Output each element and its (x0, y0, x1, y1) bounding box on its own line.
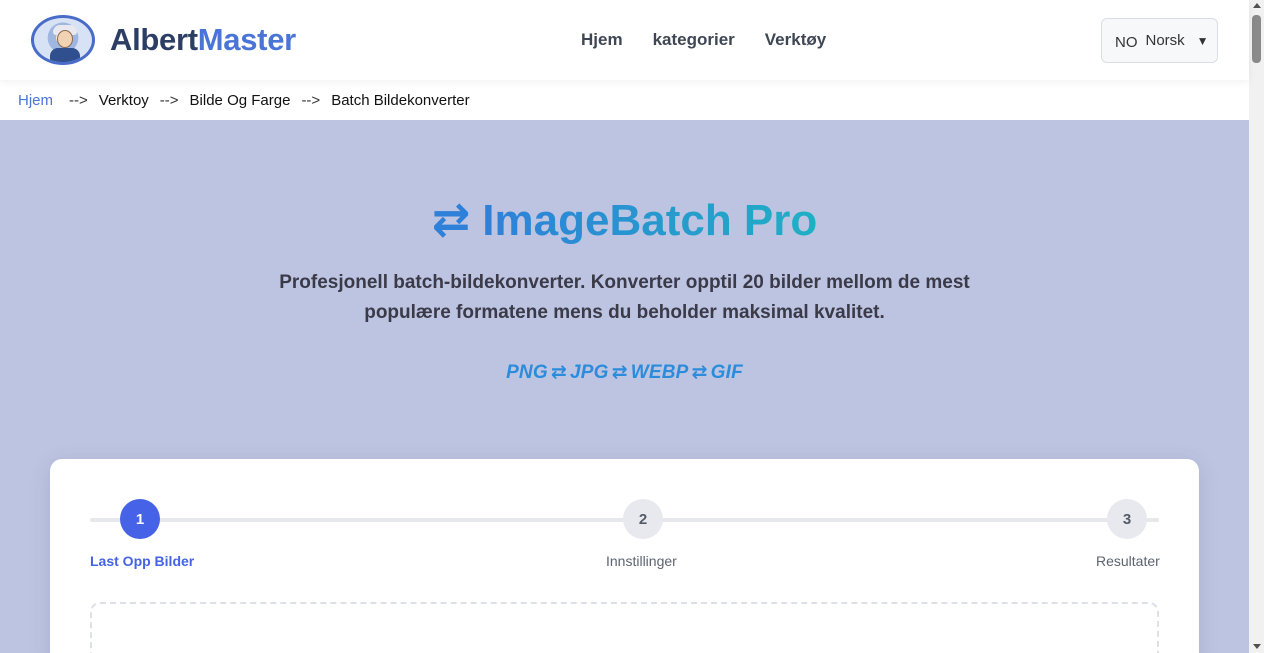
breadcrumb-home[interactable]: Hjem (18, 92, 53, 109)
step-2-indicator[interactable]: 2 (623, 499, 663, 539)
format-png: PNG (506, 362, 548, 383)
logo[interactable]: AlbertMaster (31, 15, 296, 65)
swap-icon: ⇄ (550, 362, 567, 383)
hero-description: Profesjonell batch-bildekonverter. Konve… (279, 272, 970, 323)
page-title-text: ImageBatch Pro (482, 196, 818, 245)
swap-icon: ⇄ (691, 362, 708, 383)
format-jpg: JPG (569, 362, 609, 383)
upload-dropzone[interactable] (90, 602, 1159, 653)
format-webp: WEBP (630, 362, 689, 383)
language-select[interactable]: NO Norsk ▼ (1101, 18, 1218, 63)
step-3-label: Resultater (1096, 553, 1160, 569)
breadcrumb-separator: --> (69, 91, 88, 109)
step-1-indicator[interactable]: 1 (120, 499, 160, 539)
converter-card: 1 2 3 Last Opp Bilder Innstillinger Resu… (50, 459, 1199, 653)
main-nav: Hjem kategorier Verktøy (581, 30, 826, 50)
logo-avatar-icon (31, 15, 95, 65)
breadcrumb-separator: --> (301, 91, 321, 109)
nav-tools[interactable]: Verktøy (765, 30, 826, 50)
scrollbar-thumb[interactable] (1252, 15, 1261, 63)
nav-categories[interactable]: kategorier (653, 30, 735, 50)
chevron-down-icon: ▼ (1196, 33, 1209, 48)
language-label: Norsk (1145, 32, 1185, 49)
logo-text: AlbertMaster (110, 22, 296, 57)
format-list: PNG ⇄ JPG ⇄ WEBP ⇄ GIF (0, 361, 1249, 384)
language-code: NO (1115, 34, 1138, 51)
page-title: ⇄ ImageBatch Pro (0, 192, 1249, 246)
breadcrumb-image-color[interactable]: Bilde Og Farge (190, 92, 291, 109)
scroll-down-icon[interactable] (1253, 644, 1261, 649)
breadcrumb-tools[interactable]: Verktoy (99, 92, 149, 109)
swap-icon: ⇄ (611, 362, 628, 383)
site-header: AlbertMaster Hjem kategorier Verktøy NO … (0, 0, 1249, 80)
breadcrumb: Hjem --> Verktoy --> Bilde Og Farge --> … (0, 80, 1249, 120)
breadcrumb-current: Batch Bildekonverter (331, 91, 470, 109)
swap-arrows-icon: ⇄ (431, 193, 471, 245)
page-scrollbar[interactable] (1249, 0, 1264, 653)
step-2-label: Innstillinger (606, 553, 677, 569)
nav-home[interactable]: Hjem (581, 30, 623, 50)
format-gif: GIF (710, 362, 743, 383)
step-3-indicator[interactable]: 3 (1107, 499, 1147, 539)
step-1-label: Last Opp Bilder (90, 553, 195, 569)
scroll-up-icon[interactable] (1253, 3, 1261, 8)
breadcrumb-separator: --> (159, 91, 179, 109)
